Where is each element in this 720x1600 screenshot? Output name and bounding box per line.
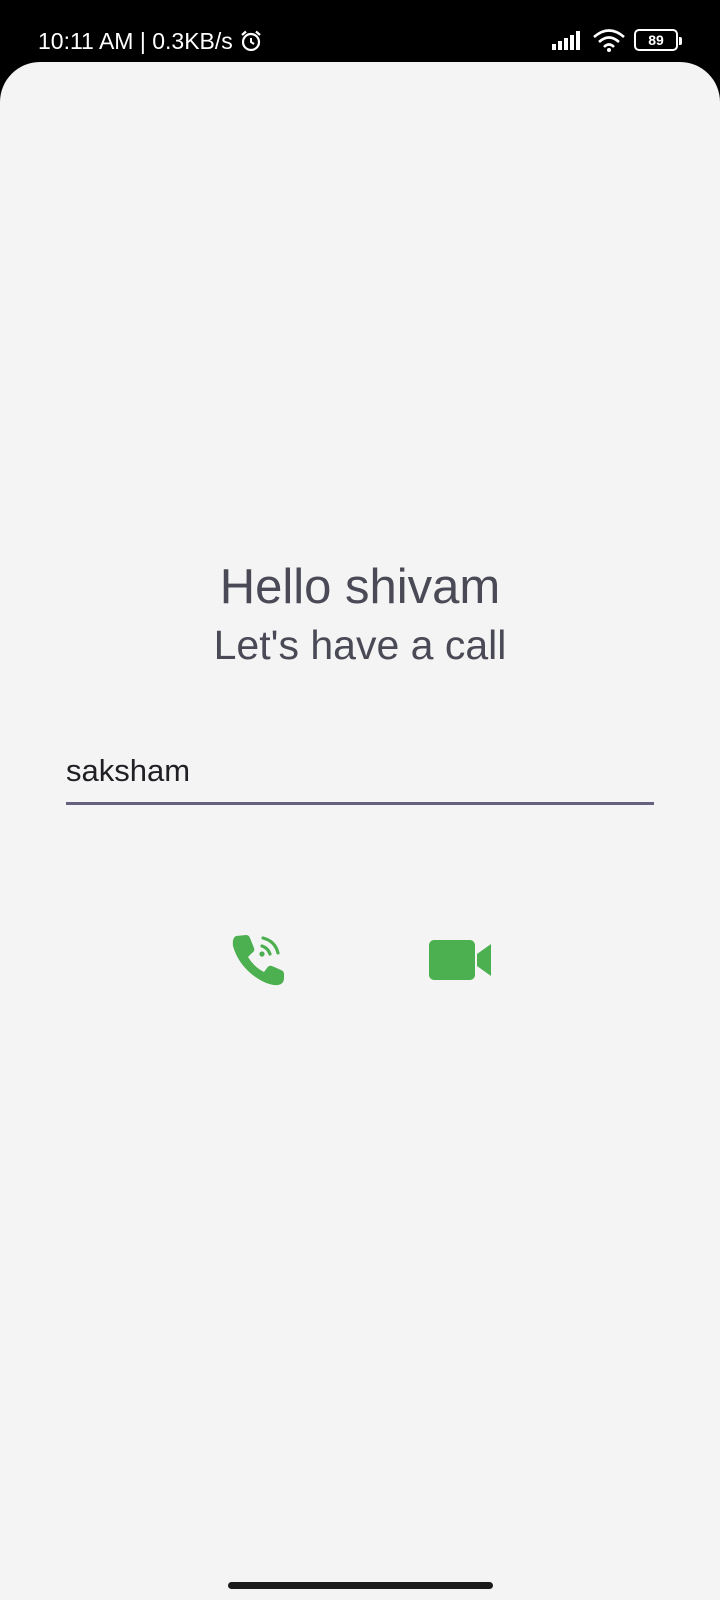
voice-call-button[interactable]	[220, 922, 296, 998]
input-underline	[66, 802, 654, 805]
video-call-button[interactable]	[423, 922, 499, 998]
phone-call-icon	[232, 935, 284, 986]
video-camera-icon	[429, 940, 491, 980]
home-indicator[interactable]	[228, 1582, 493, 1589]
callee-name-input[interactable]	[66, 744, 654, 798]
navigation-bar	[0, 1570, 720, 1600]
greeting-title: Hello shivam	[219, 560, 501, 614]
status-right: 89	[552, 28, 682, 52]
battery-tip	[679, 37, 682, 45]
wifi-icon	[593, 29, 625, 52]
status-bar: 10:11 AM | 0.3KB/s 89	[0, 0, 720, 70]
signal-icon	[552, 30, 582, 50]
battery-level: 89	[648, 32, 664, 48]
battery-icon: 89	[634, 29, 682, 51]
status-left: 10:11 AM | 0.3KB/s	[38, 26, 263, 56]
status-time-speed: 10:11 AM | 0.3KB/s	[38, 28, 233, 54]
greeting-subtitle: Let's have a call	[213, 622, 507, 668]
alarm-icon	[241, 30, 261, 52]
app-screen: Hello shivam Let's have a call	[0, 62, 720, 1600]
